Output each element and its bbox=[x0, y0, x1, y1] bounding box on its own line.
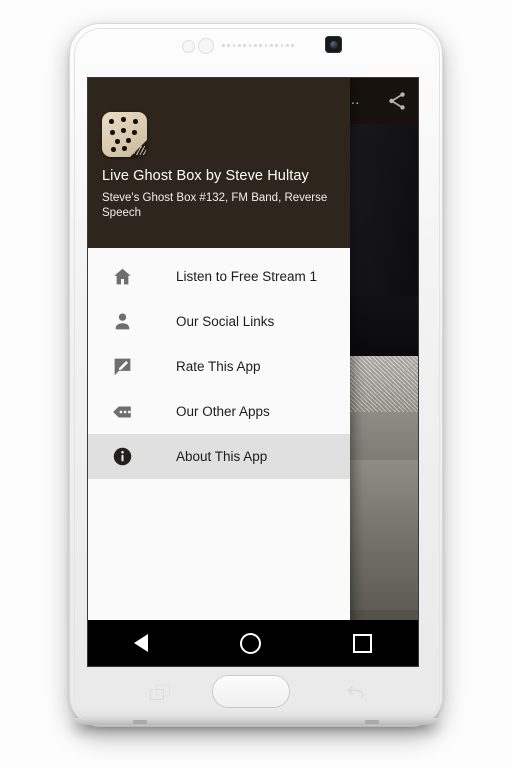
nav-home-icon[interactable] bbox=[240, 632, 261, 654]
ghost-box-app-icon bbox=[102, 112, 147, 157]
nav-recents-icon[interactable] bbox=[353, 633, 372, 653]
earpiece-speaker-grille bbox=[222, 43, 294, 48]
info-icon bbox=[110, 445, 134, 469]
navigation-drawer: Live Ghost Box by Steve Hultay Steve's G… bbox=[88, 78, 350, 666]
drawer-item-label: Rate This App bbox=[176, 359, 261, 374]
drawer-item-our-social-links[interactable]: Our Social Links bbox=[88, 299, 350, 344]
phone-screen: e... bbox=[88, 78, 418, 666]
drawer-item-label: Our Social Links bbox=[176, 314, 275, 329]
drawer-item-label: Listen to Free Stream 1 bbox=[176, 269, 318, 284]
share-icon[interactable] bbox=[386, 90, 408, 112]
drawer-item-label: Our Other Apps bbox=[176, 404, 270, 419]
hardware-recents-key[interactable] bbox=[150, 685, 170, 701]
hardware-back-key[interactable] bbox=[344, 684, 366, 702]
rate-comment-icon bbox=[110, 355, 134, 379]
drawer-item-label: About This App bbox=[176, 449, 268, 464]
phone-edge-nub-right bbox=[365, 720, 379, 724]
drawer-header: Live Ghost Box by Steve Hultay Steve's G… bbox=[88, 78, 350, 248]
person-icon bbox=[110, 310, 134, 334]
nav-back-icon[interactable] bbox=[134, 634, 148, 652]
drawer-item-our-other-apps[interactable]: Our Other Apps bbox=[88, 389, 350, 434]
light-sensor-icon bbox=[198, 38, 214, 54]
home-icon bbox=[110, 265, 134, 289]
proximity-sensor-icon bbox=[182, 40, 195, 53]
drawer-item-about-this-app[interactable]: About This App bbox=[88, 434, 350, 479]
drawer-app-title: Live Ghost Box by Steve Hultay bbox=[102, 168, 309, 184]
drawer-item-rate-this-app[interactable]: Rate This App bbox=[88, 344, 350, 389]
phone-bottom-edge bbox=[74, 718, 438, 725]
drawer-app-subtitle: Steve's Ghost Box #132, FM Band, Reverse… bbox=[102, 192, 328, 219]
android-nav-bar bbox=[88, 620, 418, 666]
drawer-item-listen-free-stream-1[interactable]: Listen to Free Stream 1 bbox=[88, 254, 350, 299]
more-apps-tag-icon bbox=[110, 400, 134, 424]
screenshot-stage: e... bbox=[0, 0, 512, 768]
front-camera-icon bbox=[325, 36, 342, 53]
drawer-menu-list: Listen to Free Stream 1 Our Social Links bbox=[88, 248, 350, 479]
phone-edge-nub-left bbox=[133, 720, 147, 724]
hardware-home-key[interactable] bbox=[213, 676, 289, 707]
